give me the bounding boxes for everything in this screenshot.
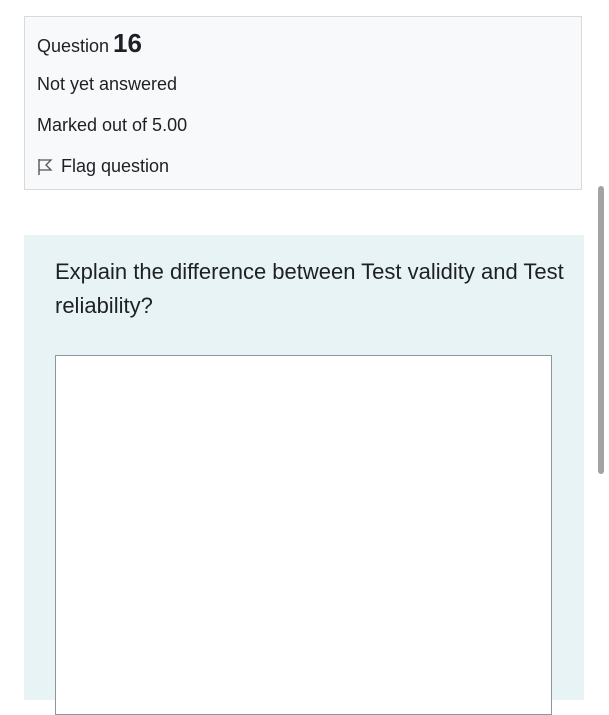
question-number-heading: Question 16 bbox=[37, 28, 142, 59]
answer-textarea[interactable] bbox=[55, 355, 552, 715]
question-text: Explain the difference between Test vali… bbox=[55, 259, 564, 318]
page-scrollbar[interactable] bbox=[598, 186, 604, 474]
question-content: Explain the difference between Test vali… bbox=[24, 235, 584, 715]
flag-question-label: Flag question bbox=[61, 156, 170, 176]
flag-question-button[interactable]: Flag question bbox=[37, 156, 169, 177]
question-number: 16 bbox=[113, 28, 142, 58]
question-label: Question bbox=[37, 36, 110, 56]
question-info-panel: Question 16 Not yet answered Marked out o… bbox=[24, 16, 582, 190]
question-state: Not yet answered bbox=[37, 74, 178, 94]
flag-icon bbox=[38, 158, 53, 175]
question-grade: Marked out of 5.00 bbox=[37, 115, 188, 135]
